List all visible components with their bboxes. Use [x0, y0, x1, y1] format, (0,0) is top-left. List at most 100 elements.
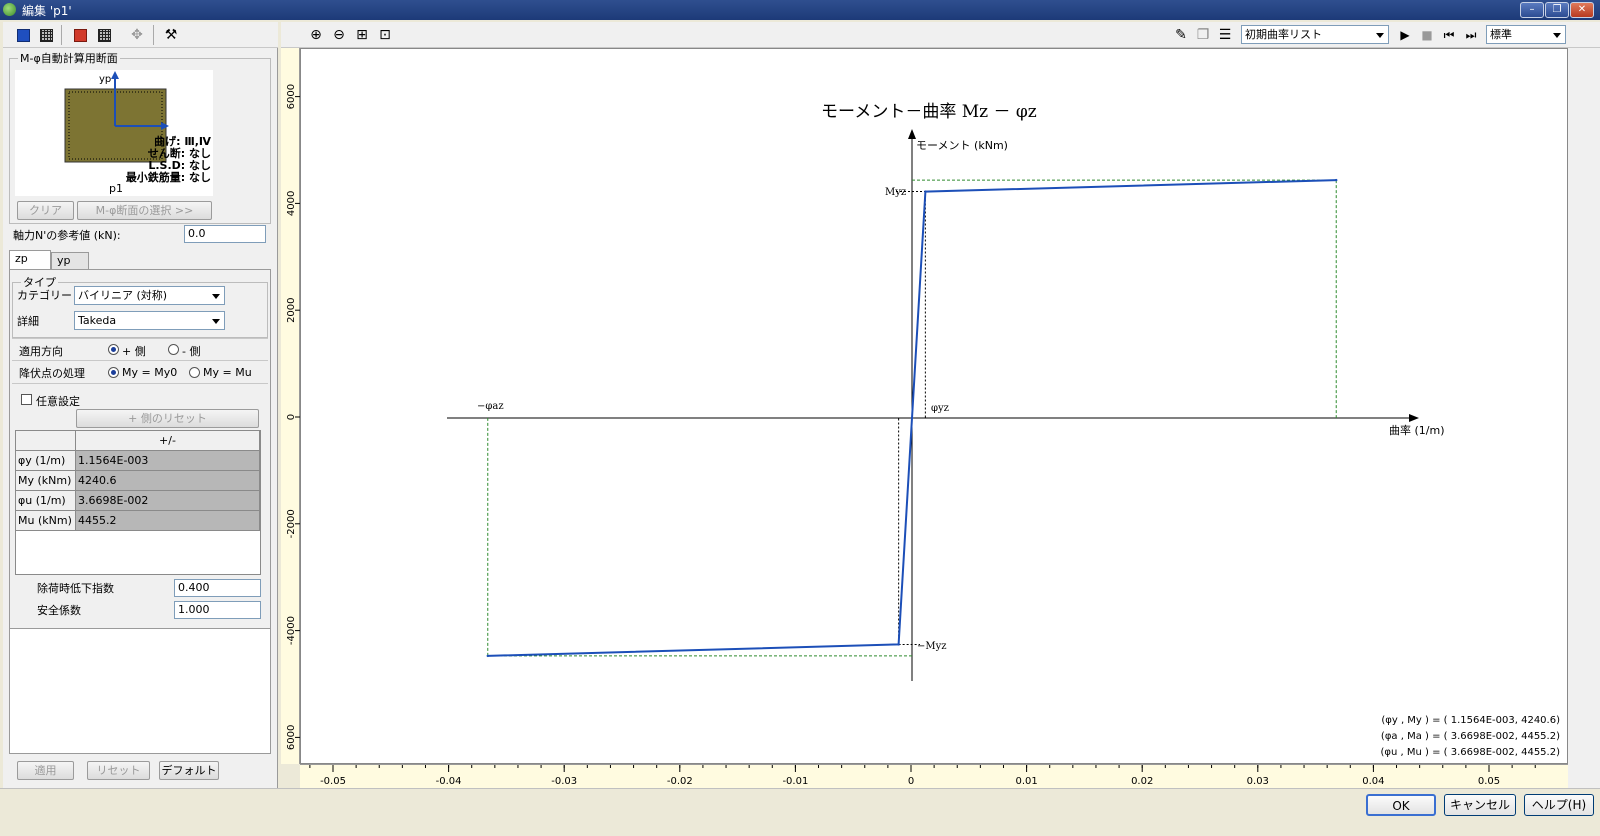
detail-value: Takeda [78, 314, 117, 327]
list-icon[interactable]: ☰ [1215, 25, 1235, 45]
curve-list-select[interactable]: 初期曲率リスト [1241, 25, 1389, 44]
unload-input[interactable]: 0.400 [174, 579, 261, 597]
properties-pane: ✥ ⚒ M-φ自動計算用断面 yp 曲げ: Ⅲ,Ⅳ せん断: なし L.S.D:… [3, 22, 278, 802]
section-tool-icon[interactable]: ⚒ [161, 25, 181, 45]
restore-button[interactable]: ❐ [1545, 2, 1569, 18]
zoom-out-icon[interactable]: ⊖ [329, 25, 349, 45]
table-row: φu (1/m) 3.6698E-002 [15, 490, 260, 511]
category-select[interactable]: バイリニア (対称) [74, 286, 225, 305]
play-icon[interactable]: ▶ [1395, 25, 1415, 45]
direction-plus-label: + 側 [122, 345, 146, 358]
view-select[interactable]: 標準 [1486, 25, 1566, 44]
row-label: φy (1/m) [15, 450, 76, 471]
tab-zp[interactable]: zp [9, 250, 51, 270]
yield-my0-radio[interactable] [108, 367, 119, 378]
x-axis-label: 曲率 (1/m) [1389, 423, 1445, 437]
row-value[interactable]: 4240.6 [75, 470, 260, 491]
default-button[interactable]: デフォルト [159, 761, 219, 780]
legend-line: (φy , My ) = ( 1.1564E-003, 4240.6) [1381, 715, 1560, 726]
table-row: φy (1/m) 1.1564E-003 [15, 450, 260, 471]
table-corner [15, 430, 76, 451]
yield-mu-radio[interactable] [189, 367, 200, 378]
chevron-down-icon [1376, 33, 1384, 38]
grid-icon[interactable] [36, 25, 56, 45]
tab-yp[interactable]: yp [51, 252, 89, 270]
chart-area: モーメント－曲率 Mz － φz 曲率 (1/m) モーメント (kNm) Myz −M… [300, 48, 1568, 764]
section-group-legend: M-φ自動計算用断面 [20, 52, 118, 65]
arbitrary-label: 任意設定 [36, 395, 80, 408]
arbitrary-checkbox[interactable] [21, 394, 32, 405]
dialog-footer [0, 788, 1600, 836]
myz-label: Myz [885, 187, 906, 198]
x-tick-label: -0.03 [551, 776, 577, 787]
reset-button[interactable]: リセット [87, 761, 150, 780]
help-button[interactable]: ヘルプ(H) [1524, 794, 1594, 816]
step-back-icon[interactable]: ⏮ [1439, 25, 1459, 45]
ok-button[interactable]: OK [1366, 794, 1436, 816]
pointer-icon[interactable]: ✎ [1171, 25, 1191, 45]
section-preview: yp 曲げ: Ⅲ,Ⅳ せん断: なし L.S.D: なし 最小鉄筋量: なし p… [15, 70, 213, 196]
x-tick-label: 0.01 [1015, 776, 1037, 787]
close-button[interactable]: ✕ [1570, 2, 1594, 18]
table-header: +/- [75, 430, 260, 451]
direction-minus-radio[interactable] [168, 344, 179, 355]
row-value[interactable]: 1.1564E-003 [75, 450, 260, 471]
cancel-button[interactable]: キャンセル [1444, 794, 1516, 816]
apply-button[interactable]: 適用 [17, 761, 74, 780]
x-tick-label: -0.04 [436, 776, 462, 787]
reset-plus-button[interactable]: + 側のリセット [76, 409, 259, 428]
x-tick-label: -0.05 [320, 776, 346, 787]
blue-fill-icon[interactable] [13, 25, 33, 45]
grid-icon-2[interactable] [94, 25, 114, 45]
legend-line: (φa , Ma ) = ( 3.6698E-002, 4455.2) [1381, 731, 1560, 742]
curve-list-value: 初期曲率リスト [1245, 28, 1322, 41]
yield-label: 降伏点の処理 [19, 367, 85, 380]
fit-window-icon[interactable]: ⊡ [375, 25, 395, 45]
y-ruler[interactable]: 6000 -4000 -2000 0 2000 4000 6000 [281, 48, 300, 764]
move-icon[interactable]: ✥ [127, 25, 147, 45]
table-row: My (kNm) 4240.6 [15, 470, 260, 491]
direction-label: 適用方向 [19, 345, 63, 358]
x-ruler[interactable]: -0.05 -0.04 -0.03 -0.02 -0.01 0 0.01 0.02 0.03 0.… [286, 764, 1568, 788]
detail-label: 詳細 [17, 315, 39, 328]
stop-icon[interactable]: ■ [1417, 25, 1437, 45]
row-value[interactable]: 4455.2 [75, 510, 260, 531]
section-name: p1 [109, 182, 123, 195]
row-value[interactable]: 3.6698E-002 [75, 490, 260, 511]
graph-toolbar: ⊕ ⊖ ⊞ ⊡ ✎ ❐ ☰ 初期曲率リスト ▶ ■ ⏮ ⏭ 標準 [281, 22, 1600, 48]
data-point [1335, 178, 1338, 182]
safety-label: 安全係数 [37, 604, 81, 617]
select-section-button[interactable]: M-φ断面の選択 >> [77, 201, 212, 220]
x-tick-label: -0.01 [782, 776, 808, 787]
toolbar-separator-2 [153, 25, 154, 45]
zoom-in-icon[interactable]: ⊕ [306, 25, 326, 45]
data-point [910, 416, 914, 420]
red-fill-icon[interactable] [70, 25, 90, 45]
section-info: 曲げ: Ⅲ,Ⅳ せん断: なし L.S.D: なし 最小鉄筋量: なし [126, 136, 211, 184]
minimize-button[interactable]: – [1520, 2, 1544, 18]
chevron-down-icon [212, 319, 220, 324]
axial-input[interactable]: 0.0 [184, 225, 266, 243]
step-forward-icon[interactable]: ⏭ [1461, 25, 1481, 45]
safety-input[interactable]: 1.000 [174, 601, 261, 619]
x-tick-label: -0.02 [667, 776, 693, 787]
clear-button[interactable]: クリア [17, 201, 74, 220]
copy-icon[interactable]: ❐ [1193, 25, 1213, 45]
fit-all-icon[interactable]: ⊞ [352, 25, 372, 45]
moment-curvature-chart: モーメント－曲率 Mz － φz 曲率 (1/m) モーメント (kNm) Myz −M… [447, 102, 1560, 758]
direction-plus-radio[interactable] [108, 344, 119, 355]
phiyz-label: φyz [931, 403, 949, 414]
neg-phiaz-label: −φaz [477, 401, 504, 412]
x-ruler-svg: -0.05 -0.04 -0.03 -0.02 -0.01 0 0.01 0.02 0.03 0.… [286, 765, 1536, 787]
detail-select[interactable]: Takeda [74, 311, 225, 330]
toolbar-separator [61, 25, 62, 45]
params-table: +/- φy (1/m) 1.1564E-003 My (kNm) 4240.6… [15, 430, 260, 531]
neg-myz-label: −Myz [917, 641, 947, 652]
x-tick-label: 0.04 [1362, 776, 1384, 787]
x-axis-arrow [1409, 414, 1419, 422]
yield-my0-label: My = My0 [122, 366, 178, 379]
axial-label: 軸力N'の参考値 (kN): [13, 229, 121, 242]
x-tick-label: 0.05 [1478, 776, 1500, 787]
empty-pane [9, 628, 271, 754]
data-point [924, 190, 927, 193]
